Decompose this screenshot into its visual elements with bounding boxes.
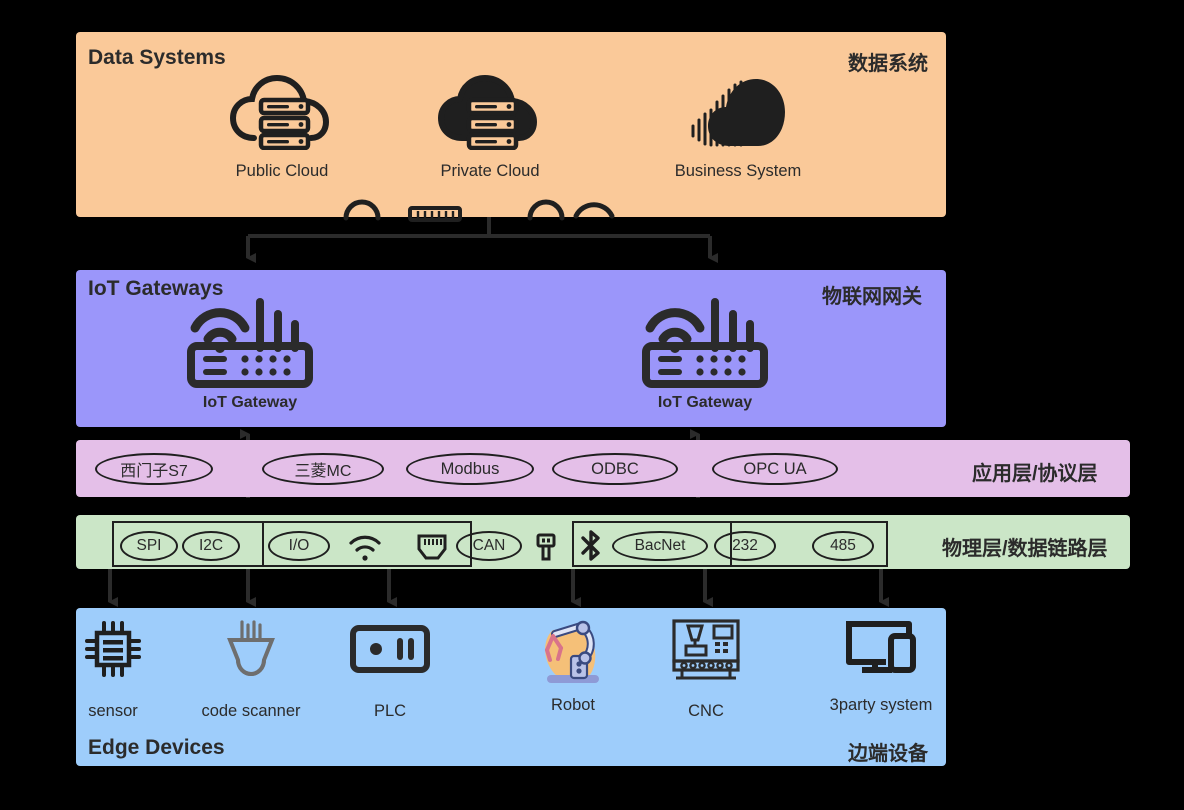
physical-chip-485[interactable]: 485 [812, 531, 874, 561]
edge-item-cnc[interactable]: CNC [643, 618, 769, 721]
physical-chip-label: CAN [472, 537, 506, 554]
edge-item-label: CNC [688, 702, 724, 720]
usb-icon[interactable] [534, 532, 558, 562]
physical-chip-i2c[interactable]: I2C [182, 531, 240, 561]
protocol-chip-label: OPC UA [743, 459, 807, 478]
physical-chip-bacnet[interactable]: BacNet [612, 531, 708, 561]
edge-devices-title-en: Edge Devices [88, 736, 225, 759]
data-systems-item-public-cloud[interactable]: Public Cloud [202, 74, 362, 181]
public-cloud-icon [230, 74, 330, 150]
edge-item-label: sensor [88, 702, 138, 720]
cnc-machine-icon [672, 619, 740, 680]
iot-gateway-icon [187, 298, 313, 388]
ethernet-port-icon[interactable] [416, 532, 448, 562]
gateway-item-label: IoT Gateway [657, 394, 753, 411]
gateway-item-left[interactable]: IoT Gateway [170, 296, 330, 412]
physical-chip-label: BacNet [634, 537, 686, 554]
protocol-layer-title-cn: 应用层/协议层 [972, 463, 1098, 485]
bluetooth-icon[interactable] [578, 529, 604, 563]
gateway-item-right[interactable]: IoT Gateway [625, 296, 785, 412]
physical-chip-can[interactable]: CAN [456, 531, 522, 561]
edge-item-robot[interactable]: Robot [510, 616, 636, 715]
protocol-chip-label: Modbus [440, 459, 500, 478]
network-icons-strip [343, 199, 615, 222]
protocol-chip-modbus[interactable]: Modbus [406, 453, 534, 485]
sensor-chip-icon [85, 621, 141, 677]
physical-chip-label: I2C [198, 537, 224, 554]
data-systems-item-business-system[interactable]: Business System [658, 74, 818, 181]
plc-icon [350, 625, 430, 673]
gateway-item-label: IoT Gateway [202, 394, 298, 411]
private-cloud-icon [438, 75, 537, 150]
physical-chip-spi[interactable]: SPI [120, 531, 178, 561]
iot-gateways-title-cn: 物联网网关 [822, 286, 922, 308]
data-systems-item-label: Private Cloud [440, 162, 540, 180]
physical-chip-232[interactable]: 232 [714, 531, 776, 561]
data-systems-item-label: Public Cloud [235, 162, 329, 180]
protocol-chip-label: 三菱MC [294, 463, 352, 480]
edge-item-sensor[interactable]: sensor [50, 618, 176, 721]
protocol-chip-odbc[interactable]: ODBC [552, 453, 678, 485]
edge-item-label: Robot [550, 696, 596, 714]
physical-chip-label: 232 [732, 537, 758, 554]
protocol-chip-label: 西门子S7 [120, 463, 188, 480]
data-systems-item-label: Business System [674, 162, 802, 180]
business-system-icon [691, 79, 785, 147]
third-party-system-icon [846, 621, 916, 673]
physical-chip-io[interactable]: I/O [268, 531, 330, 561]
edge-item-label: PLC [373, 702, 407, 720]
protocol-chip-mitsubishi-mc[interactable]: 三菱MC [262, 453, 384, 485]
protocol-chip-opc-ua[interactable]: OPC UA [712, 453, 838, 485]
iot-gateway-icon [642, 298, 768, 388]
physical-to-edge-arrows [108, 566, 889, 607]
physical-chip-label: 485 [830, 537, 856, 554]
robot-arm-icon [545, 620, 599, 683]
physical-layer-title-cn: 物理层/数据链路层 [942, 538, 1108, 560]
edge-item-plc[interactable]: PLC [327, 618, 453, 721]
diagram-canvas: Data Systems 数据系统 Public Cloud Private C… [0, 0, 1184, 810]
edge-item-label: code scanner [201, 702, 301, 720]
edge-item-label: 3party system [829, 696, 933, 714]
wifi-icon[interactable] [348, 532, 382, 562]
code-scanner-icon [227, 620, 275, 677]
edge-item-third-party-system[interactable]: 3party system [818, 618, 944, 715]
protocol-chip-siemens-s7[interactable]: 西门子S7 [95, 453, 213, 485]
physical-chip-label: I/O [288, 537, 310, 554]
edge-item-code-scanner[interactable]: code scanner [188, 618, 314, 721]
data-systems-title-en: Data Systems [88, 46, 226, 69]
data-systems-title-cn: 数据系统 [848, 53, 928, 75]
edge-devices-title-cn: 边端设备 [848, 743, 928, 765]
protocol-chip-label: ODBC [591, 459, 639, 478]
physical-chip-label: SPI [136, 537, 162, 554]
data-systems-item-private-cloud[interactable]: Private Cloud [410, 74, 570, 181]
